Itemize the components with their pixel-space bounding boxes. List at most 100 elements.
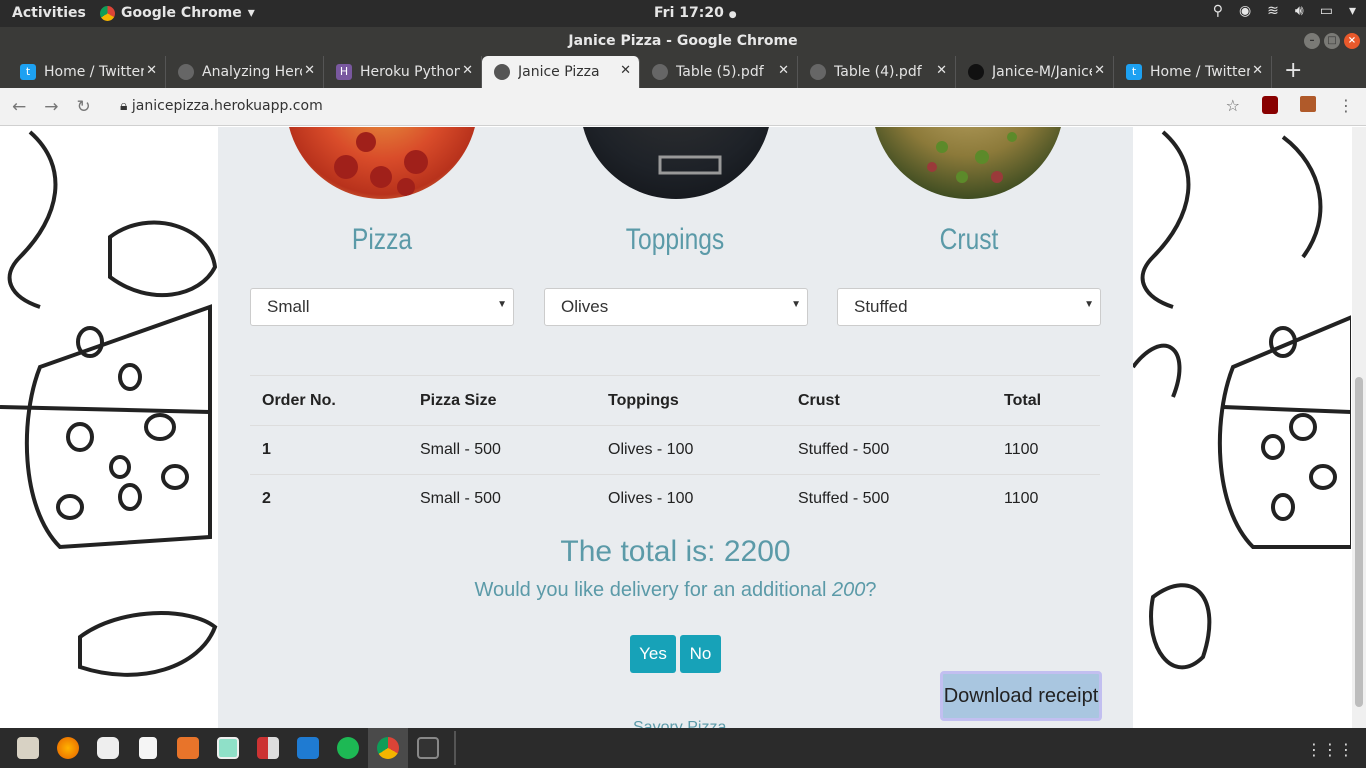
terminal-icon[interactable] — [408, 728, 448, 768]
tab-label: Heroku Python — [360, 64, 460, 80]
page-scrollbar[interactable] — [1352, 127, 1366, 728]
dropdown-arrow-icon: ▼ — [791, 299, 801, 310]
lock-icon: 🔒︎ — [120, 98, 128, 114]
close-icon[interactable]: ✕ — [778, 63, 789, 78]
clock[interactable]: Fri 17:20 ● — [654, 5, 737, 21]
extension-icon[interactable] — [1300, 96, 1316, 112]
location-icon: ⚲ — [1212, 3, 1223, 19]
dock-separator — [454, 731, 456, 765]
close-button[interactable]: × — [1344, 33, 1360, 49]
star-icon[interactable]: ☆ — [1226, 96, 1240, 115]
scrollbar-thumb[interactable] — [1355, 377, 1363, 707]
camera-icon[interactable] — [88, 728, 128, 768]
tab-label: Home / Twitter — [44, 64, 144, 80]
close-icon[interactable]: ✕ — [1252, 63, 1263, 78]
tab-label: Analyzing Heroku — [202, 64, 302, 80]
files-icon[interactable] — [8, 728, 48, 768]
close-icon[interactable]: ✕ — [146, 63, 157, 78]
column-header: Pizza Size — [408, 375, 596, 426]
tab-label: Table (4).pdf — [834, 64, 922, 80]
tab-analyzing-heroku[interactable]: Analyzing Heroku ✕ — [166, 56, 324, 88]
dropdown-arrow-icon: ▼ — [497, 299, 507, 310]
document-icon[interactable] — [128, 728, 168, 768]
battery-icon: ▭ — [1319, 3, 1333, 19]
page-viewport: Pizza Toppings Crust Small ▼ Olives ▼ St… — [0, 127, 1352, 728]
minimize-button[interactable]: – — [1304, 33, 1320, 49]
show-applications-icon[interactable]: ⋮⋮⋮ — [1306, 740, 1354, 759]
menu-dots-icon[interactable]: ⋮ — [1338, 96, 1354, 115]
twitter-icon: t — [1126, 64, 1142, 80]
tab-heroku-python[interactable]: H Heroku Python ✕ — [324, 56, 482, 88]
ublock-icon[interactable] — [1262, 96, 1278, 114]
table-cell: 1100 — [992, 425, 1100, 475]
heroku-icon: H — [336, 64, 352, 80]
screenshot-icon[interactable] — [208, 728, 248, 768]
tab-home-twitter-2[interactable]: t Home / Twitter ✕ — [1114, 56, 1272, 88]
clock-text: Fri 17:20 — [654, 5, 724, 21]
firefox-icon[interactable] — [48, 728, 88, 768]
order-total: The total is: 2200 — [560, 535, 791, 568]
tab-table-4-pdf[interactable]: Table (4).pdf ✕ — [798, 56, 956, 88]
app-name: Google Chrome — [121, 5, 242, 21]
activities-button[interactable]: Activities — [12, 5, 86, 21]
table-row: 1 Small - 500 Olives - 100 Stuffed - 500… — [250, 425, 1100, 475]
close-icon[interactable]: ✕ — [304, 63, 315, 78]
system-tray[interactable]: ⚲ ◉ ≋ 🔊︎ ▭ ▾ — [1213, 3, 1356, 19]
table-cell: Olives - 100 — [596, 425, 786, 475]
download-receipt-button[interactable]: Download receipt — [940, 671, 1102, 721]
tab-github-janice[interactable]: Janice-M/Janice ✕ — [956, 56, 1114, 88]
globe-icon — [652, 64, 668, 80]
address-bar[interactable]: 🔒︎ janicepizza.herokuapp.com — [120, 98, 323, 114]
crust-value: Stuffed — [854, 297, 908, 316]
column-header: Crust — [786, 375, 992, 426]
pizza-image — [286, 127, 478, 199]
toppings-value: Olives — [561, 297, 609, 316]
vscode-icon[interactable] — [288, 728, 328, 768]
close-icon[interactable]: ✕ — [620, 63, 631, 78]
toppings-select[interactable]: Olives ▼ — [544, 288, 808, 326]
delivery-prompt-text: Would you like delivery for an additiona… — [474, 579, 833, 601]
spotify-icon[interactable] — [328, 728, 368, 768]
close-icon[interactable]: ✕ — [1094, 63, 1105, 78]
tab-janice-pizza[interactable]: Janice Pizza ✕ — [482, 56, 640, 88]
back-arrow-icon[interactable]: ← — [12, 97, 26, 117]
section-title-pizza: Pizza — [351, 223, 413, 256]
dock-taskbar: ⋮⋮⋮ — [0, 728, 1366, 768]
pizza-size-select[interactable]: Small ▼ — [250, 288, 514, 326]
crust-select[interactable]: Stuffed ▼ — [837, 288, 1101, 326]
new-tab-button[interactable]: + — [1272, 56, 1314, 88]
chrome-icon[interactable] — [368, 728, 408, 768]
table-cell: 1 — [250, 425, 408, 475]
forward-arrow-icon[interactable]: → — [44, 97, 58, 117]
reload-icon[interactable]: ↻ — [77, 97, 91, 117]
tab-label: Janice Pizza — [518, 64, 600, 80]
delivery-yes-button[interactable]: Yes — [630, 635, 676, 673]
table-cell: Olives - 100 — [596, 474, 786, 524]
table-cell: Stuffed - 500 — [786, 474, 992, 524]
media-icon[interactable] — [248, 728, 288, 768]
window-title-bar: Janice Pizza - Google Chrome – □ × — [0, 27, 1366, 56]
crust-image — [872, 127, 1064, 199]
maximize-button[interactable]: □ — [1324, 33, 1340, 49]
column-header: Total — [992, 375, 1100, 426]
tab-home-twitter[interactable]: t Home / Twitter ✕ — [8, 56, 166, 88]
delivery-no-button[interactable]: No — [680, 635, 721, 673]
package-icon[interactable] — [168, 728, 208, 768]
browser-toolbar: ← → ↻ 🔒︎ janicepizza.herokuapp.com ☆ ⋮ — [0, 88, 1366, 126]
delivery-amount: 200 — [832, 579, 866, 601]
table-cell: 2 — [250, 474, 408, 524]
tab-table-5-pdf[interactable]: Table (5).pdf ✕ — [640, 56, 798, 88]
chevron-down-icon: ▾ — [247, 5, 255, 21]
table-row: 2 Small - 500 Olives - 100 Stuffed - 500… — [250, 474, 1100, 524]
twitter-icon: t — [20, 64, 36, 80]
order-panel: Pizza Toppings Crust Small ▼ Olives ▼ St… — [218, 127, 1133, 728]
table-cell: Small - 500 — [408, 474, 596, 524]
clock-dot: ● — [728, 10, 737, 20]
close-icon[interactable]: ✕ — [936, 63, 947, 78]
app-menu[interactable]: Google Chrome ▾ — [100, 5, 255, 21]
close-icon[interactable]: ✕ — [462, 63, 473, 78]
volume-icon: 🔊︎ — [1294, 3, 1304, 19]
toppings-image — [580, 127, 772, 199]
system-top-bar: Activities Google Chrome ▾ Fri 17:20 ● ⚲… — [0, 0, 1366, 27]
chrome-icon — [100, 5, 115, 21]
